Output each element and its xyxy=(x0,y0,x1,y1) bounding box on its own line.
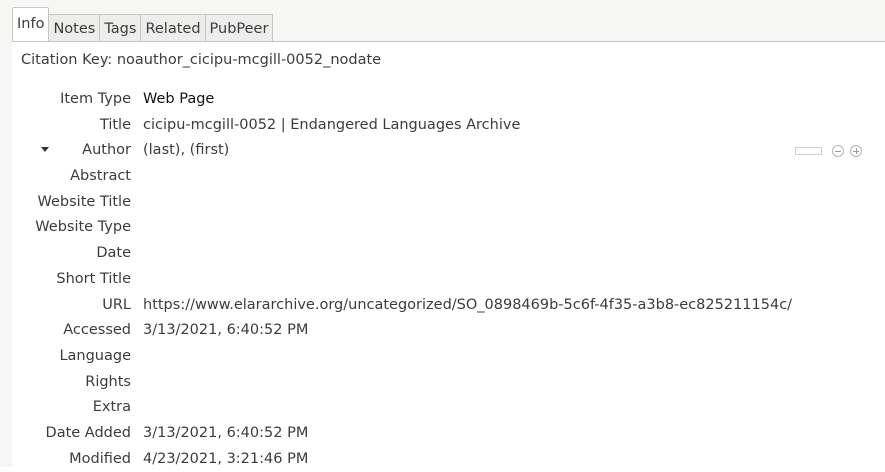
creator-controls xyxy=(795,138,862,164)
minus-circle-icon[interactable] xyxy=(832,145,844,158)
author-name-field[interactable]: (last), (first) xyxy=(143,138,229,164)
chevron-down-icon[interactable] xyxy=(41,147,49,153)
field-row-url: URL https://www.elararchive.org/uncatego… xyxy=(0,293,885,319)
field-label: Rights xyxy=(85,373,131,390)
tab-notes[interactable]: Notes xyxy=(49,14,101,42)
field-label: Date xyxy=(96,245,131,262)
field-label: Item Type xyxy=(60,91,131,107)
field-label: Website Title xyxy=(37,193,132,210)
field-row-author: Author (last), (first) xyxy=(0,138,885,164)
tab-tags[interactable]: Tags xyxy=(100,14,142,42)
item-tabs: Info Notes Tags Related PubPeer xyxy=(12,7,274,42)
field-row-short-title: Short Title xyxy=(0,267,885,293)
item-fields: Item Type Web Page Title cicipu-mcgill-0… xyxy=(0,87,885,472)
modified-value: 4/23/2021, 3:21:46 PM xyxy=(143,450,309,467)
field-label: Title xyxy=(99,116,131,133)
switch-field-mode-icon[interactable] xyxy=(795,147,822,156)
field-label: Language xyxy=(59,347,131,364)
info-panel: Citation Key: noauthor_cicipu-mcgill-005… xyxy=(12,41,885,467)
tab-pubpeer[interactable]: PubPeer xyxy=(205,14,274,42)
field-row-title: Title cicipu-mcgill-0052 | Endangered La… xyxy=(0,113,885,139)
tab-info[interactable]: Info xyxy=(12,7,50,42)
tab-related[interactable]: Related xyxy=(141,14,206,42)
field-label: Short Title xyxy=(56,270,131,287)
citation-key: Citation Key: noauthor_cicipu-mcgill-005… xyxy=(21,52,382,68)
title-field[interactable]: cicipu-mcgill-0052 | Endangered Language… xyxy=(143,113,520,139)
field-label: Abstract xyxy=(70,168,131,185)
accessed-field[interactable]: 3/13/2021, 6:40:52 PM xyxy=(143,318,308,344)
field-label: Accessed xyxy=(63,322,131,339)
field-label: Modified xyxy=(69,450,131,467)
field-label: Date Added xyxy=(45,424,131,441)
item-pane: Info Notes Tags Related PubPeer Citation… xyxy=(0,0,885,467)
field-row-language: Language xyxy=(0,344,885,370)
field-row-extra: Extra xyxy=(0,395,885,421)
url-field[interactable]: https://www.elararchive.org/uncategorize… xyxy=(143,293,792,319)
creator-type-label[interactable]: Author xyxy=(82,138,131,164)
field-row-abstract: Abstract xyxy=(0,164,885,190)
field-row-modified: Modified 4/23/2021, 3:21:46 PM xyxy=(0,447,885,472)
field-row-item-type: Item Type Web Page xyxy=(0,87,885,113)
field-row-website-title: Website Title xyxy=(0,190,885,216)
field-row-website-type: Website Type xyxy=(0,215,885,241)
item-type-select[interactable]: Web Page xyxy=(143,87,214,113)
field-label: Extra xyxy=(92,399,131,416)
date-added-value: 3/13/2021, 6:40:52 PM xyxy=(143,424,309,441)
url-label[interactable]: URL xyxy=(102,293,131,319)
field-row-date-added: Date Added 3/13/2021, 6:40:52 PM xyxy=(0,421,885,447)
field-label: Website Type xyxy=(35,219,131,236)
field-row-rights: Rights xyxy=(0,370,885,396)
field-row-date: Date xyxy=(0,241,885,267)
field-row-accessed: Accessed 3/13/2021, 6:40:52 PM xyxy=(0,318,885,344)
plus-circle-icon[interactable] xyxy=(850,145,862,158)
